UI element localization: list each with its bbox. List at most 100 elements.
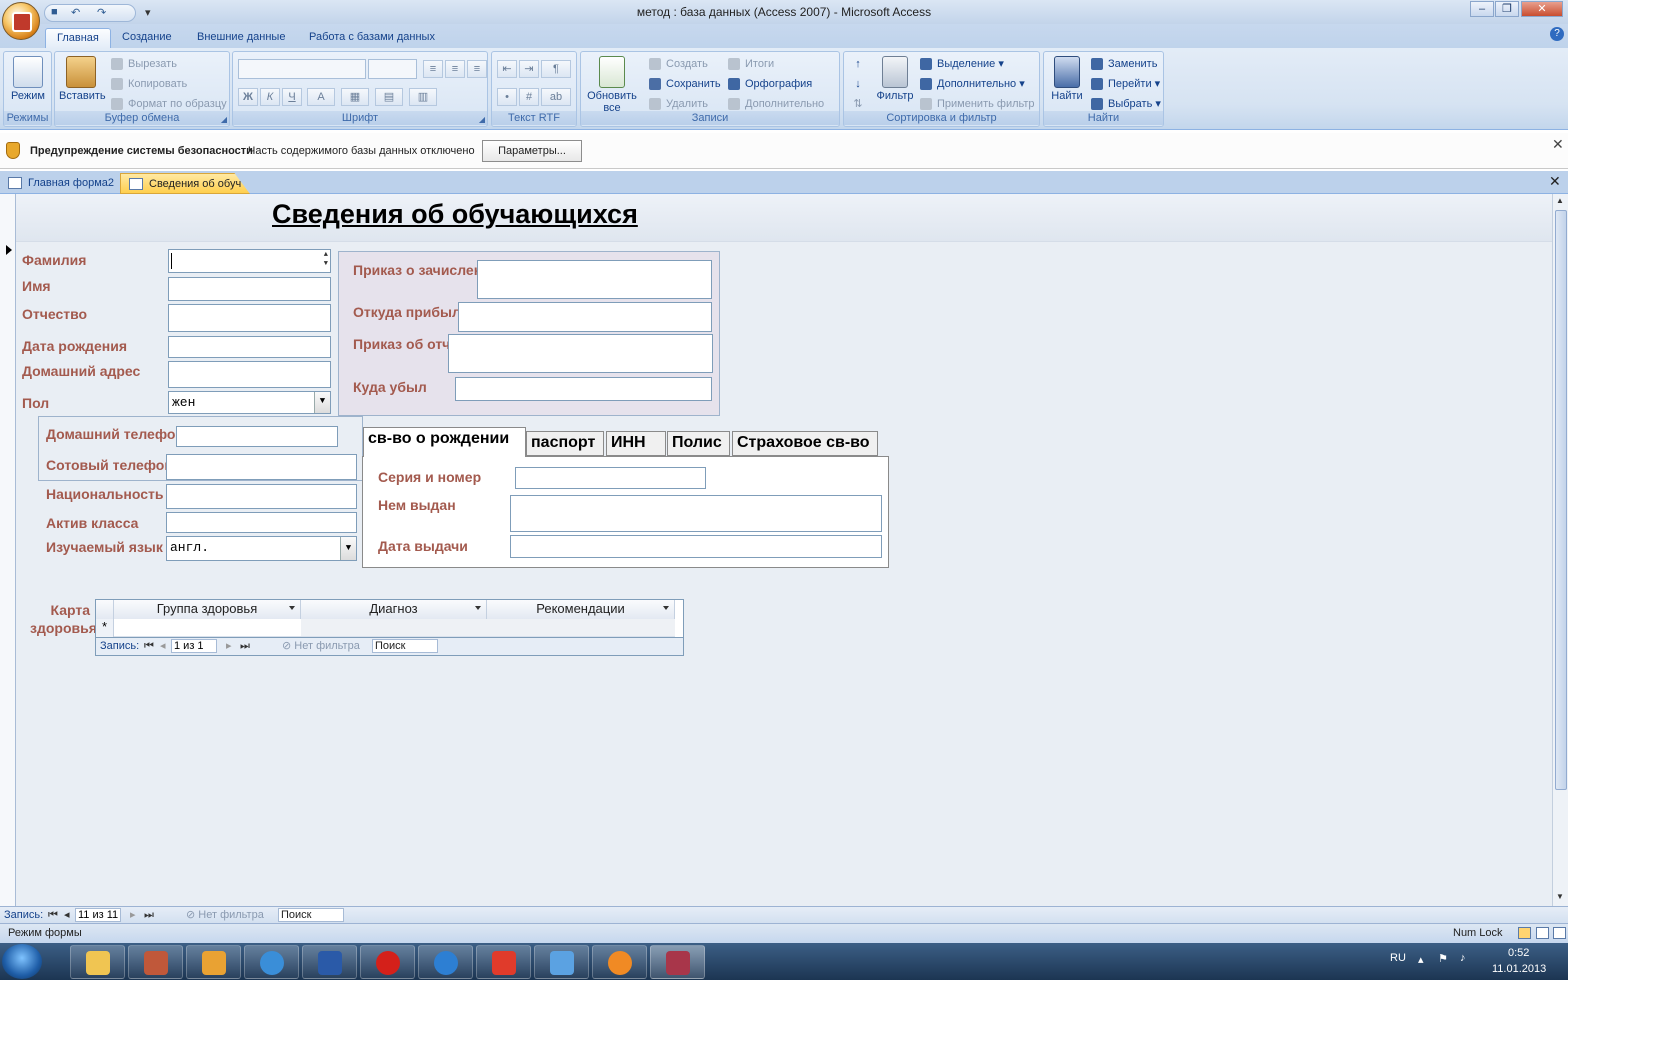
sort-asc-icon[interactable]: ↑ (848, 56, 868, 74)
tab-insurance[interactable]: Страховое св-во (732, 431, 878, 456)
tab-database-tools[interactable]: Работа с базами данных (298, 28, 446, 48)
align-left-icon[interactable]: ≡ (423, 60, 443, 78)
numbering-icon[interactable]: # (519, 88, 539, 106)
alternate-fill-icon[interactable]: ▥ (409, 88, 437, 106)
align-center-icon[interactable]: ≡ (445, 60, 465, 78)
gender-select[interactable]: жен ▼ (168, 391, 331, 414)
refresh-all-button[interactable]: Обновить все (584, 56, 640, 114)
tab-home[interactable]: Главная (45, 28, 111, 48)
chevron-down-icon[interactable] (663, 606, 669, 610)
volume-icon[interactable]: ♪ (1460, 952, 1466, 964)
form-view-icon[interactable] (1518, 927, 1531, 939)
chevron-down-icon[interactable]: ▼ (314, 392, 330, 413)
totals-button[interactable]: Итоги (728, 55, 774, 73)
tab-passport[interactable]: паспорт (526, 431, 604, 456)
nationality-field[interactable] (166, 484, 357, 509)
close-icon[interactable]: ✕ (1552, 136, 1564, 153)
issued-by-field[interactable] (510, 495, 882, 532)
tab-birth-certificate[interactable]: св-во о рождении (363, 427, 526, 457)
font-size-select[interactable] (368, 59, 417, 79)
doc-tab-students[interactable]: Сведения об обуч (120, 173, 250, 194)
taskbar-media[interactable] (186, 945, 241, 979)
cut-button[interactable]: Вырезать (111, 55, 177, 73)
column-header-recommendations[interactable]: Рекомендации (487, 600, 675, 619)
record-counter[interactable]: 1 из 1 (171, 639, 217, 653)
scroll-down-icon[interactable]: ▼ (1556, 892, 1564, 901)
column-header-diagnosis[interactable]: Диагноз (301, 600, 487, 619)
filter-button[interactable]: Фильтр (874, 56, 916, 102)
flag-icon[interactable]: ⚑ (1438, 952, 1448, 965)
goto-button[interactable]: Перейти ▾ (1091, 75, 1160, 93)
tab-external-data[interactable]: Внешние данные (186, 28, 296, 48)
class-activity-field[interactable] (166, 512, 357, 533)
taskbar-explorer[interactable] (70, 945, 125, 979)
chevron-down-icon[interactable] (475, 606, 481, 610)
taskbar-word[interactable] (302, 945, 357, 979)
spelling-button[interactable]: Орфография (728, 75, 812, 93)
italic-button[interactable]: К (260, 88, 280, 106)
tab-inn[interactable]: ИНН (606, 431, 666, 456)
language-select[interactable]: англ. ▼ (166, 536, 357, 561)
prev-record-icon[interactable]: ◂ (64, 907, 70, 924)
save-record-button[interactable]: Сохранить (649, 75, 721, 93)
design-view-icon[interactable] (1553, 927, 1566, 939)
dialog-launcher-icon[interactable]: ◢ (479, 115, 485, 124)
fill-color-icon[interactable]: ▦ (341, 88, 369, 106)
name-field[interactable] (168, 277, 331, 301)
save-icon[interactable]: ■ (51, 6, 58, 18)
font-name-select[interactable] (238, 59, 366, 79)
last-record-icon[interactable]: ⏭ (240, 638, 250, 655)
record-counter[interactable]: 11 из 11 (75, 908, 121, 922)
replace-button[interactable]: Заменить (1091, 55, 1157, 73)
taskbar-opera[interactable] (360, 945, 415, 979)
tab-policy[interactable]: Полис (667, 431, 730, 456)
patronymic-field[interactable] (168, 304, 331, 332)
last-record-icon[interactable]: ⏭ (144, 907, 154, 924)
copy-button[interactable]: Копировать (111, 75, 187, 93)
bold-button[interactable]: Ж (238, 88, 258, 106)
spin-icon[interactable]: ▲ ▼ (324, 251, 328, 269)
start-button[interactable] (2, 944, 42, 979)
scroll-thumb[interactable] (1555, 210, 1567, 790)
first-record-icon[interactable]: ⏮ (48, 907, 58, 924)
advanced-filter-button[interactable]: Дополнительно ▾ (920, 75, 1025, 93)
font-color-button[interactable]: А (307, 88, 335, 106)
find-button[interactable]: Найти (1047, 56, 1087, 102)
to-field[interactable] (455, 377, 712, 401)
close-button[interactable]: ✕ (1521, 1, 1563, 17)
minimize-button[interactable]: – (1470, 1, 1494, 17)
taskbar-mail[interactable] (534, 945, 589, 979)
mobile-field[interactable] (166, 454, 357, 480)
next-record-icon[interactable]: ▸ (130, 907, 136, 924)
taskbar-ie[interactable] (244, 945, 299, 979)
gridlines-icon[interactable]: ▤ (375, 88, 403, 106)
undo-icon[interactable]: ↶ (71, 6, 80, 19)
taskbar-mail-agent[interactable] (418, 945, 473, 979)
surname-field[interactable]: ▲ ▼ (168, 249, 331, 273)
from-field[interactable] (458, 302, 712, 332)
layout-view-icon[interactable] (1536, 927, 1549, 939)
align-right-icon[interactable]: ≡ (467, 60, 487, 78)
indent-decrease-icon[interactable]: ⇤ (497, 60, 517, 78)
chevron-down-icon[interactable] (289, 606, 295, 610)
scroll-up-icon[interactable]: ▲ (1556, 196, 1564, 205)
taskbar-yandex[interactable] (476, 945, 531, 979)
taskbar-access[interactable] (650, 945, 705, 979)
chevron-down-icon[interactable]: ▼ (340, 537, 356, 560)
select-all-corner[interactable] (96, 600, 114, 619)
customize-qat-icon[interactable]: ▾ (145, 6, 151, 19)
vertical-scrollbar[interactable]: ▲ ▼ (1552, 194, 1568, 906)
selection-button[interactable]: Выделение ▾ (920, 55, 1004, 73)
highlight-icon[interactable]: ab (541, 88, 571, 106)
tray-expand-icon[interactable]: ▴ (1418, 953, 1424, 966)
search-input[interactable]: Поиск (372, 639, 438, 653)
no-filter-button[interactable]: ⊘ Нет фильтра (282, 638, 360, 655)
doc-tab-main-form[interactable]: Главная форма2 (0, 173, 118, 194)
clock-date[interactable]: 11.01.2013 (1492, 963, 1546, 975)
series-field[interactable] (515, 467, 706, 489)
bullets-icon[interactable]: • (497, 88, 517, 106)
mode-button[interactable]: Режим (8, 56, 48, 102)
tab-create[interactable]: Создание (111, 28, 183, 48)
paste-button[interactable]: Вставить (59, 56, 106, 102)
order-in-field[interactable] (477, 260, 712, 299)
